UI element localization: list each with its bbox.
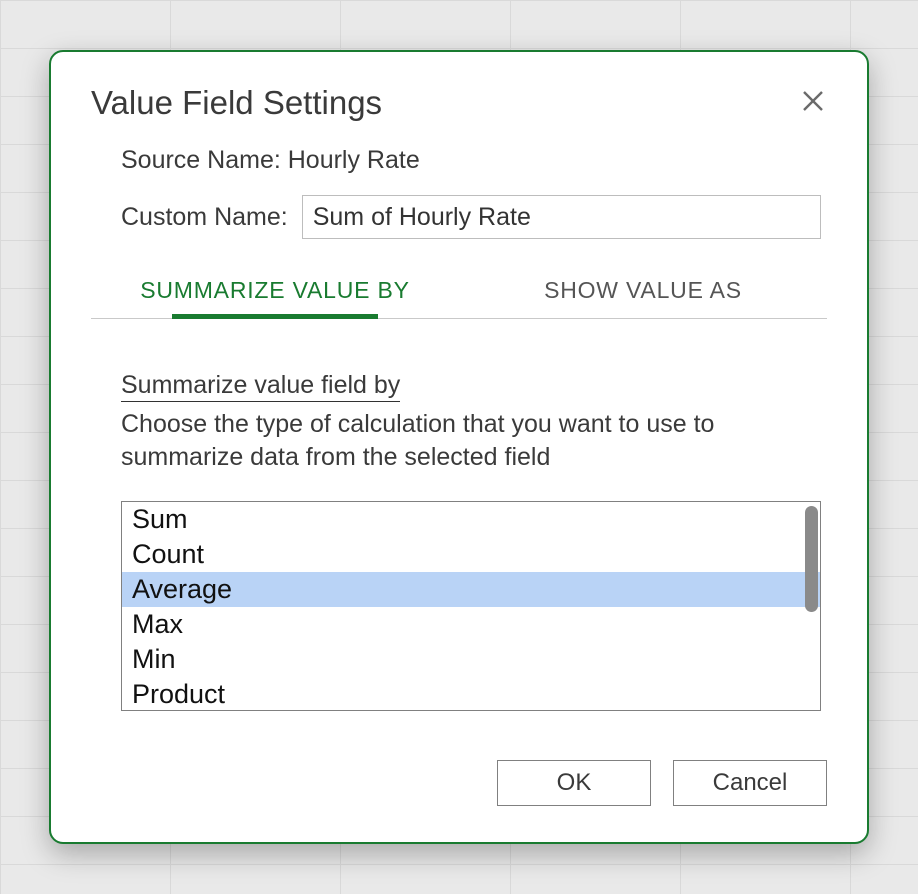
list-item[interactable]: Count xyxy=(122,537,820,572)
cancel-button[interactable]: Cancel xyxy=(673,760,827,806)
list-item[interactable]: Max xyxy=(122,607,820,642)
list-item[interactable]: Sum xyxy=(122,502,820,537)
value-field-settings-dialog: Value Field Settings Source Name: Hourly… xyxy=(49,50,869,844)
source-name-row: Source Name: Hourly Rate xyxy=(121,146,821,175)
tab-show-value-as[interactable]: SHOW VALUE AS xyxy=(459,267,827,318)
section-title: Summarize value field by xyxy=(121,371,400,402)
source-name-label: Source Name: xyxy=(121,146,281,174)
tab-bar: SUMMARIZE VALUE BY SHOW VALUE AS xyxy=(91,267,827,319)
list-item[interactable]: Product xyxy=(122,677,820,711)
dialog-title: Value Field Settings xyxy=(91,84,382,122)
scrollbar-thumb[interactable] xyxy=(805,506,818,612)
tab-summarize-value-by[interactable]: SUMMARIZE VALUE BY xyxy=(91,267,459,318)
section-description: Choose the type of calculation that you … xyxy=(121,408,821,473)
ok-button[interactable]: OK xyxy=(497,760,651,806)
close-icon xyxy=(802,86,824,120)
custom-name-input[interactable] xyxy=(302,195,821,239)
list-item[interactable]: Average xyxy=(122,572,820,607)
close-button[interactable] xyxy=(795,85,831,121)
calculation-type-listbox[interactable]: SumCountAverageMaxMinProduct xyxy=(121,501,821,711)
source-name-value: Hourly Rate xyxy=(288,146,420,174)
custom-name-label: Custom Name: xyxy=(121,203,288,232)
list-item[interactable]: Min xyxy=(122,642,820,677)
